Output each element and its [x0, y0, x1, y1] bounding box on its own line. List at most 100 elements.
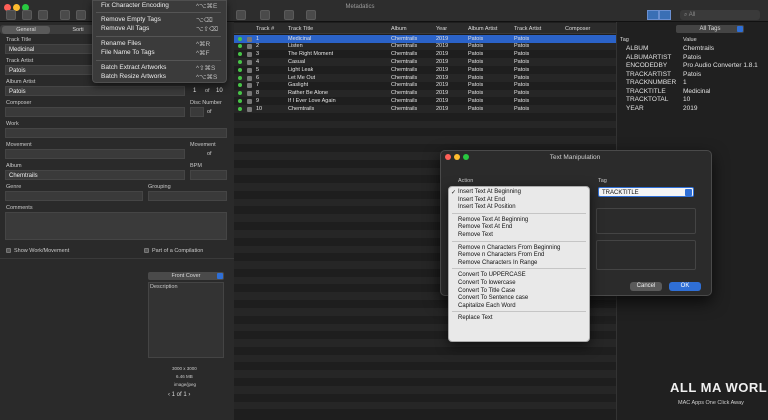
tag-name[interactable]: TRACKTOTAL [626, 96, 668, 103]
empty-row [234, 401, 616, 410]
header-track-number[interactable]: Track # [256, 26, 274, 32]
ok-button[interactable]: OK [669, 282, 701, 291]
tags-header-tag[interactable]: Tag [620, 37, 629, 43]
action-option[interactable]: Remove Text At Beginning [458, 217, 528, 223]
cell-track-artist: Patois [514, 51, 530, 58]
action-option[interactable]: Convert To lowercase [458, 280, 516, 286]
tag-value[interactable]: Pro Audio Converter 1.8.1 [683, 62, 758, 69]
artwork-panel[interactable] [148, 282, 224, 358]
track-total-field[interactable]: 10 [213, 86, 227, 96]
action-option[interactable]: Remove n Characters From Beginning [458, 245, 560, 251]
table-row[interactable]: 2 Listen Chemtrails 2019 Patois Patois [234, 42, 616, 51]
header-composer[interactable]: Composer [565, 26, 590, 32]
header-track-artist[interactable]: Track Artist [514, 26, 541, 32]
disc-number-field[interactable] [190, 107, 204, 117]
header-track-title[interactable]: Track Title [288, 26, 313, 32]
tag-name[interactable]: ALBUM [626, 45, 648, 52]
table-row[interactable]: 9 If I Ever Love Again Chemtrails 2019 Patoi… [234, 97, 616, 105]
menu-rename-files[interactable]: Rename Files [101, 40, 141, 47]
action-option[interactable]: Capitalize Each Word [458, 303, 516, 309]
dialog-close-button[interactable] [445, 154, 451, 160]
tag-name[interactable]: YEAR [626, 105, 644, 112]
tag-value[interactable]: 1 [683, 79, 687, 86]
table-row[interactable]: 3 The Right Moment Chemtrails 2019 Patois Pat… [234, 50, 616, 59]
dialog-minimize-button[interactable] [454, 154, 460, 160]
menu-file-name-to-tags[interactable]: File Name To Tags [101, 49, 155, 56]
action-option[interactable]: Convert To Title Case [458, 288, 515, 294]
show-work-checkbox[interactable] [6, 248, 11, 253]
menu-remove-empty-tags[interactable]: Remove Empty Tags [101, 16, 161, 23]
menu-remove-all-tags[interactable]: Remove All Tags [101, 25, 149, 32]
cell-album-artist: Patois [468, 97, 484, 104]
dialog-zoom-button[interactable] [463, 154, 469, 160]
table-row[interactable]: 6 Let Me Out Chemtrails 2019 Patois Patois [234, 74, 616, 82]
composer-label: Composer [6, 100, 32, 106]
action-option[interactable]: Insert Text At Position [458, 204, 516, 210]
header-album-artist[interactable]: Album Artist [468, 26, 497, 32]
work-field[interactable] [5, 128, 227, 138]
toolbar-file-icon[interactable] [22, 10, 32, 20]
bpm-field[interactable] [190, 170, 227, 180]
action-option[interactable]: Replace Text [458, 315, 493, 321]
tab-general[interactable]: General [2, 26, 50, 34]
header-album[interactable]: Album [391, 26, 407, 32]
genre-field[interactable] [5, 191, 143, 201]
action-option[interactable]: Convert To UPPERCASE [458, 272, 526, 278]
toolbar-text-icon[interactable] [76, 10, 86, 20]
tag-name[interactable]: TRACKNUMBER [626, 79, 676, 86]
tag-name[interactable]: TRACKTITLE [626, 88, 666, 95]
tag-value[interactable]: Patois [683, 54, 701, 61]
toolbar-add-icon[interactable] [6, 10, 16, 20]
album-field[interactable]: Chemtrails [5, 170, 185, 180]
checkmark-icon: ✓ [451, 190, 457, 196]
table-row[interactable]: 5 Light Leak Chemtrails 2019 Patois Patois [234, 66, 616, 74]
cell-year: 2019 [436, 90, 449, 97]
tag-select[interactable]: TRACKTITLE [598, 187, 694, 197]
tag-value[interactable]: Patois [683, 71, 701, 78]
tag-value[interactable]: Medicinal [683, 88, 710, 95]
tag-name[interactable]: ALBUMARTIST [626, 54, 671, 61]
composer-field[interactable] [5, 107, 185, 117]
action-option[interactable]: Convert To Sentence case [458, 295, 528, 301]
table-row[interactable]: 10 Chemtrails Chemtrails 2019 Patois Patois [234, 105, 616, 113]
table-row[interactable]: 7 Gaslight Chemtrails 2019 Patois Patois [234, 81, 616, 90]
action-option[interactable]: Remove n Characters From End [458, 252, 544, 258]
cell-album-artist: Patois [468, 51, 484, 58]
grouping-field[interactable] [148, 191, 227, 201]
artwork-type-select[interactable]: Front Cover [148, 272, 224, 280]
action-option[interactable]: Remove Text [458, 232, 493, 238]
movement-number-label: Movement [190, 142, 216, 148]
artwork-thumb-icon [247, 44, 252, 50]
grouping-label: Grouping [148, 184, 171, 190]
tags-header-value[interactable]: Value [683, 37, 697, 43]
cancel-button[interactable]: Cancel [630, 282, 662, 291]
action-option[interactable]: Remove Text At End [458, 224, 512, 230]
artwork-thumb-icon [247, 83, 252, 89]
tags-filter-select[interactable]: All Tags [676, 25, 744, 33]
artwork-size: 6.46 MB [176, 374, 193, 379]
action-option[interactable]: Insert Text At Beginning [458, 189, 521, 195]
album-artist-field[interactable]: Patois [5, 86, 185, 96]
menu-batch-extract[interactable]: Batch Extract Artworks [101, 64, 166, 71]
compilation-checkbox[interactable] [144, 248, 149, 253]
table-row[interactable]: 1 Medicinal Chemtrails 2019 Patois Patois [234, 35, 616, 43]
toolbar-tag-icon[interactable] [60, 10, 70, 20]
action-option[interactable]: Remove Characters In Range [458, 260, 537, 266]
tag-value[interactable]: Chemtrails [683, 45, 714, 52]
next-artwork-icon[interactable]: › [187, 392, 190, 398]
tag-name[interactable]: ENCODEDBY [626, 62, 667, 69]
table-row[interactable]: 4 Casual Chemtrails 2019 Patois Patois [234, 58, 616, 66]
movement-field[interactable] [5, 149, 185, 159]
comments-field[interactable] [5, 212, 227, 240]
table-row[interactable]: 8 Rather Be Alone Chemtrails 2019 Patois Pato… [234, 89, 616, 98]
menu-batch-resize[interactable]: Batch Resize Artworks [101, 73, 166, 80]
tag-name[interactable]: TRACKARTIST [626, 71, 671, 78]
watermark-brand-b: WORLDS [725, 380, 768, 395]
tag-value[interactable]: 2019 [683, 105, 697, 112]
menu-fix-encoding[interactable]: Fix Character Encoding [101, 2, 169, 9]
tag-value[interactable]: 10 [683, 96, 690, 103]
header-year[interactable]: Year [436, 26, 447, 32]
toolbar-doc-icon[interactable] [38, 10, 48, 20]
track-number-field[interactable]: 1 [190, 86, 202, 96]
action-option[interactable]: Insert Text At End [458, 197, 505, 203]
